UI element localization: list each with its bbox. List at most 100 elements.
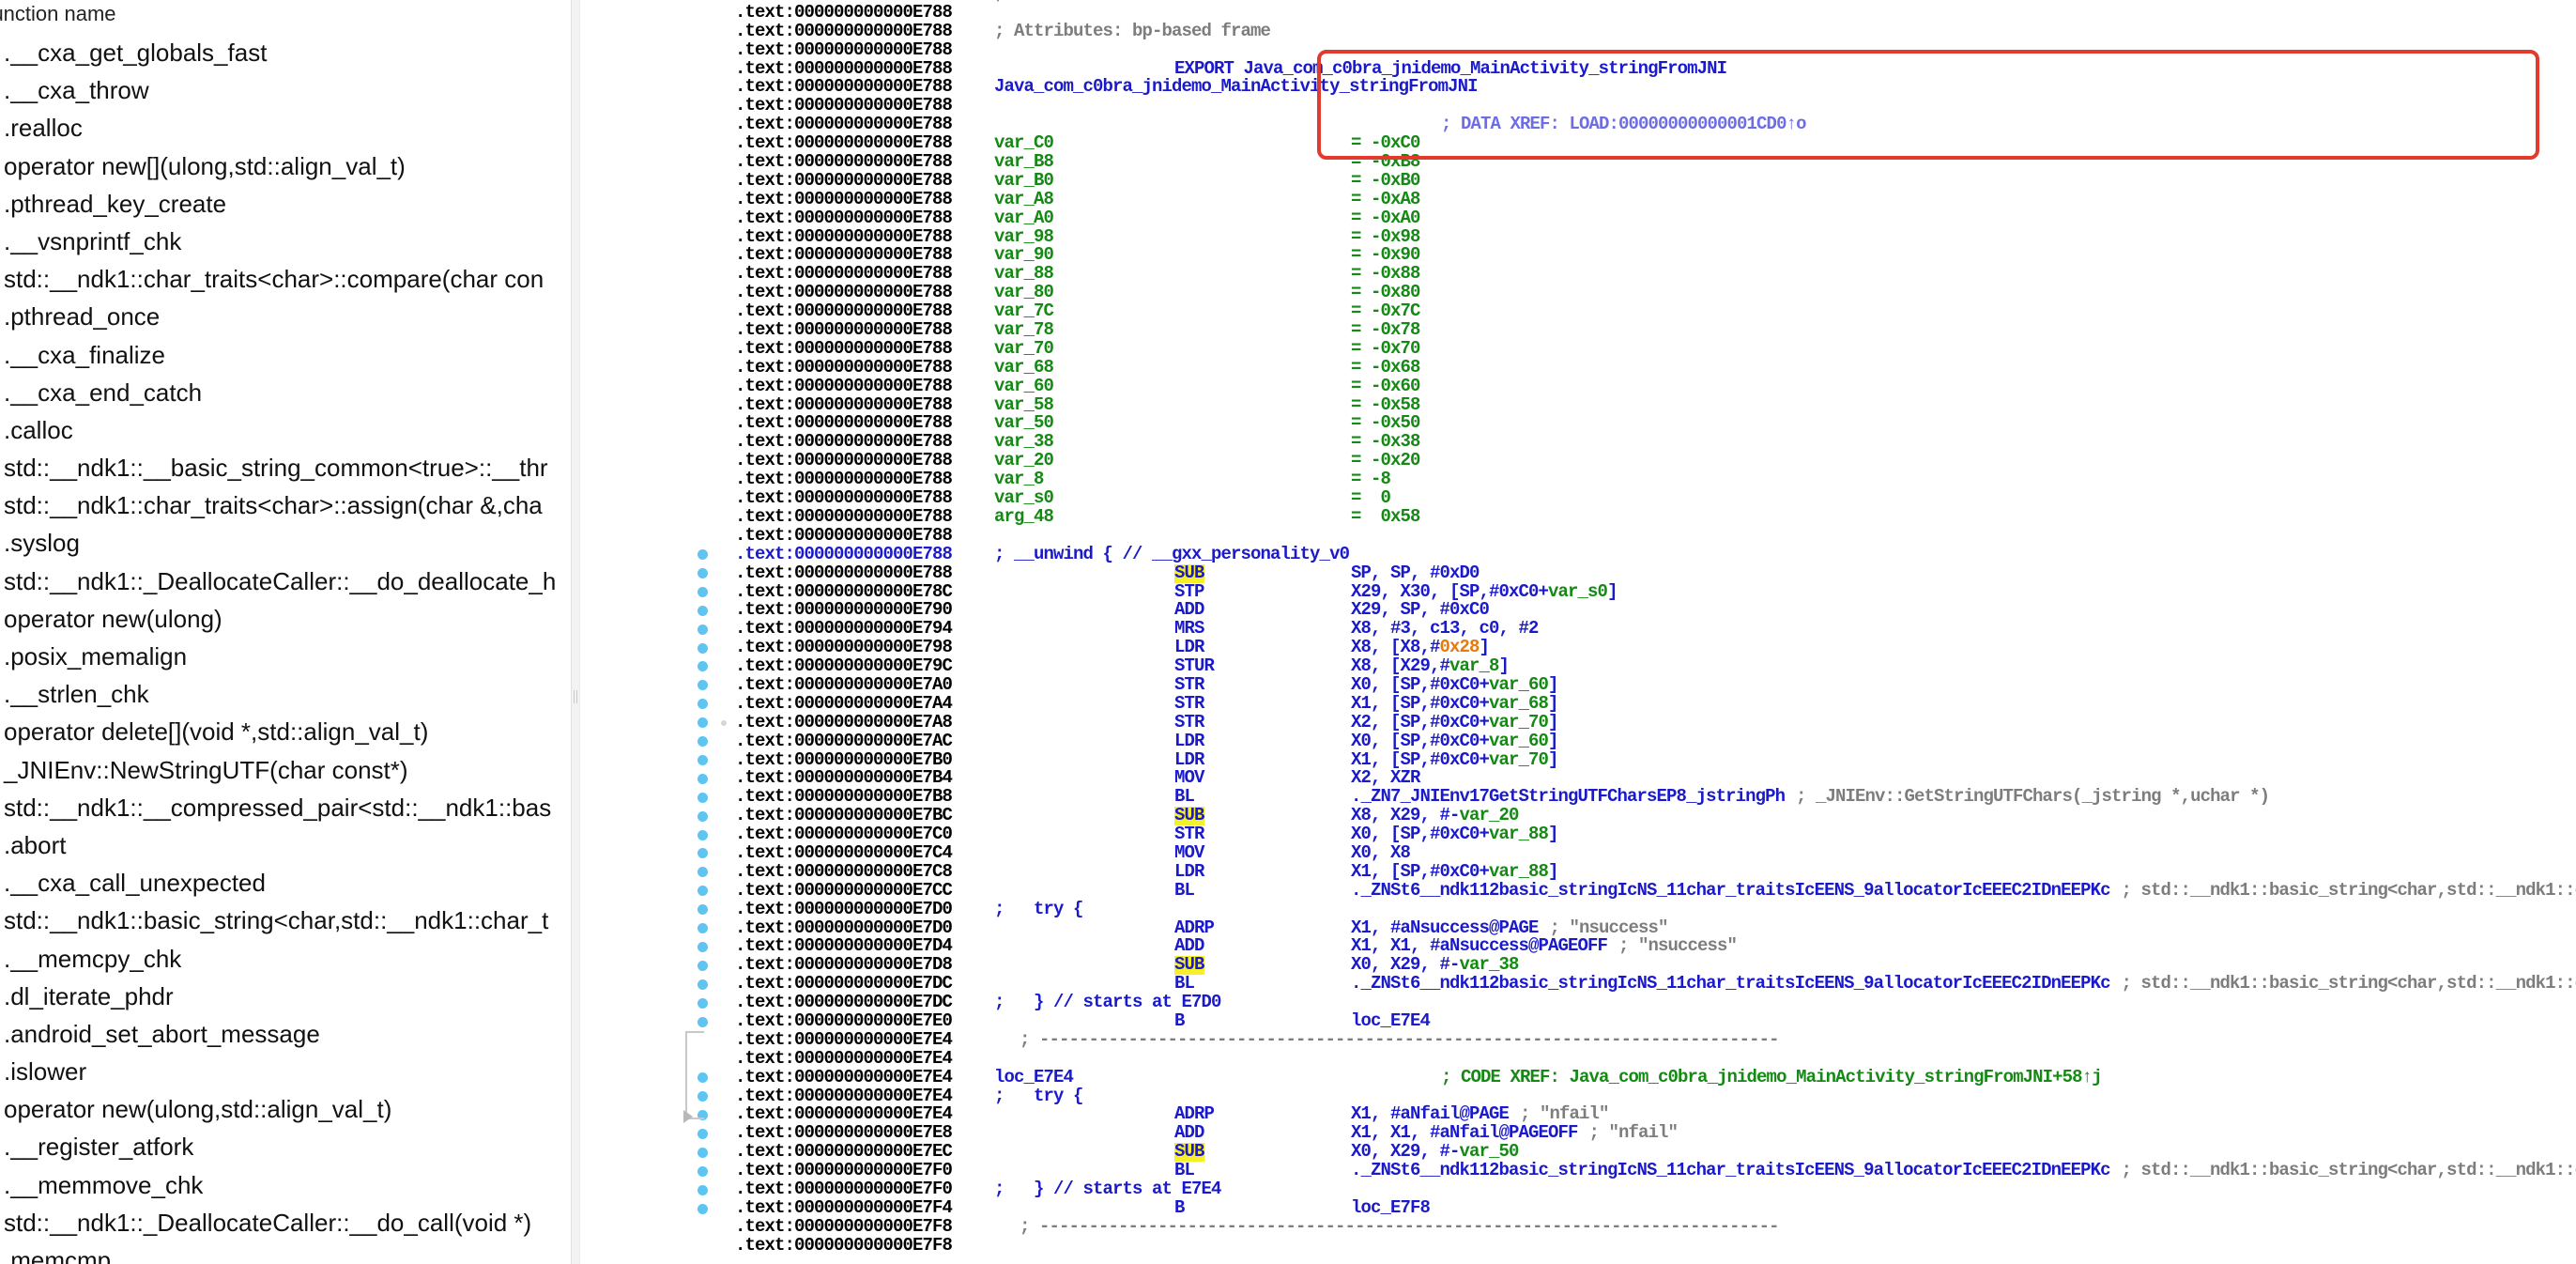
- code-label[interactable]: ; __unwind { // __gxx_personality_v0: [994, 545, 1350, 564]
- disasm-line[interactable]: .text:000000000000E7E0 Bloc_E7E4: [735, 1011, 2576, 1031]
- instruction-operands[interactable]: ._ZNSt6__ndk112basic_stringIcNS_11char_t…: [1351, 1161, 2111, 1180]
- disasm-line[interactable]: .text:000000000000E7B0 LDR X1, [SP,#0xC0+v…: [735, 750, 2576, 770]
- instruction-mnemonic[interactable]: B: [1174, 1198, 1185, 1218]
- instruction-mnemonic[interactable]: STR: [1174, 825, 1204, 844]
- disasm-line[interactable]: .text:000000000000E7D0 ; try {: [735, 900, 2576, 919]
- breakpoint-dot-icon[interactable]: [698, 867, 708, 878]
- instruction-operands[interactable]: SP, SP, #0xD0: [1351, 563, 1480, 583]
- disasm-line[interactable]: .text:000000000000E7E4 ; ----------------…: [735, 1030, 2576, 1050]
- instruction-operands[interactable]: = -0xA8: [1351, 190, 1420, 209]
- function-list-item[interactable]: .__cxa_call_unexpected: [0, 864, 571, 902]
- instruction-mnemonic[interactable]: SUB: [1174, 563, 1204, 583]
- code-label[interactable]: ; } // starts at E7E4: [994, 1179, 1221, 1199]
- disasm-line[interactable]: .text:000000000000E788 var_A0 = -0xA0: [735, 208, 2576, 228]
- function-list-item[interactable]: .__cxa_throw: [0, 71, 571, 109]
- disasm-line[interactable]: .text:000000000000E788 var_68 = -0x68: [735, 358, 2576, 378]
- stack-variable[interactable]: var_s0: [994, 488, 1054, 508]
- disassembly-view[interactable]: .text:000000000000E788; S U B R O U T I …: [580, 0, 2576, 1264]
- instruction-mnemonic[interactable]: STR: [1174, 713, 1204, 732]
- disasm-line[interactable]: .text:000000000000E7A0 STR X0, [SP,#0xC0+v…: [735, 675, 2576, 695]
- breakpoint-dot-icon[interactable]: [698, 661, 708, 672]
- function-list-item[interactable]: _JNIEnv::NewStringUTF(char const*): [0, 751, 571, 789]
- function-list-item[interactable]: .__register_atfork: [0, 1128, 571, 1165]
- disasm-line[interactable]: .text:000000000000E7AC LDR X0, [SP,#0xC0+v…: [735, 732, 2576, 751]
- breakpoint-dot-icon[interactable]: [698, 754, 708, 765]
- disasm-line[interactable]: .text:000000000000E7DC ; } // starts at E…: [735, 993, 2576, 1012]
- breakpoint-dot-icon[interactable]: [698, 997, 708, 1009]
- function-list-item[interactable]: std::__ndk1::char_traits<char>::assign(c…: [0, 486, 571, 524]
- function-list-item[interactable]: .posix_memalign: [0, 638, 571, 675]
- function-list-item[interactable]: .memcmp: [0, 1241, 571, 1264]
- instruction-mnemonic[interactable]: STR: [1174, 694, 1204, 714]
- breakpoint-dot-icon[interactable]: [698, 680, 708, 691]
- instruction-mnemonic[interactable]: BL: [1174, 881, 1195, 901]
- breakpoint-dot-icon[interactable]: [698, 736, 708, 747]
- breakpoint-dot-icon[interactable]: [698, 642, 708, 654]
- stack-variable[interactable]: var_78: [994, 320, 1054, 340]
- function-list-item[interactable]: .abort: [0, 826, 571, 864]
- function-list-item[interactable]: .__strlen_chk: [0, 675, 571, 713]
- function-list-item[interactable]: .pthread_key_create: [0, 185, 571, 223]
- breakpoint-dot-icon[interactable]: [698, 1147, 708, 1158]
- stack-variable[interactable]: var_A8: [994, 190, 1054, 209]
- function-list-item[interactable]: operator delete[](void *,std::align_val_…: [0, 713, 571, 750]
- function-name-column-header[interactable]: Function name: [0, 0, 571, 30]
- disasm-line[interactable]: .text:000000000000E788 SUB SP, SP, #0xD0: [735, 563, 2576, 583]
- breakpoint-dot-icon[interactable]: [698, 848, 708, 859]
- function-list-item[interactable]: .pthread_once: [0, 298, 571, 335]
- function-list-item[interactable]: std::__ndk1::__basic_string_common<true>…: [0, 449, 571, 486]
- breakpoint-dot-icon[interactable]: [698, 624, 708, 635]
- instruction-operands[interactable]: = -0xB0: [1351, 171, 1420, 191]
- disasm-line[interactable]: .text:000000000000E7B8 BL ._ZN7_JNIEnv17Ge…: [735, 787, 2576, 807]
- disasm-line[interactable]: .text:000000000000E788 var_78 = -0x78: [735, 320, 2576, 340]
- disasm-line[interactable]: .text:000000000000E7F0 ; } // starts at E…: [735, 1179, 2576, 1199]
- disasm-line[interactable]: .text:000000000000E788 var_A8 = -0xA8: [735, 190, 2576, 209]
- breakpoint-dot-icon[interactable]: [698, 699, 708, 710]
- instruction-operands[interactable]: = 0x58: [1351, 507, 1420, 527]
- disasm-line[interactable]: .text:000000000000E78C STP X29, X30, [SP,#…: [735, 582, 2576, 602]
- breakpoint-dot-icon[interactable]: [698, 810, 708, 822]
- function-list-item[interactable]: std::__ndk1::_DeallocateCaller::__do_dea…: [0, 563, 571, 600]
- disasm-line[interactable]: .text:000000000000E7F8: [735, 1236, 2576, 1256]
- stack-variable[interactable]: var_B8: [994, 152, 1054, 172]
- breakpoint-dot-icon[interactable]: [698, 829, 708, 840]
- breakpoint-dot-icon[interactable]: [698, 1165, 708, 1177]
- instruction-operands[interactable]: = 0: [1351, 488, 1391, 508]
- breakpoint-dot-icon[interactable]: [698, 1203, 708, 1214]
- function-list-item[interactable]: .islower: [0, 1053, 571, 1090]
- breakpoint-dot-icon[interactable]: [698, 1184, 708, 1195]
- instruction-operands[interactable]: X0, X8: [1351, 843, 1411, 863]
- instruction-operands[interactable]: loc_E7E4: [1351, 1011, 1431, 1031]
- instruction-mnemonic[interactable]: LDR: [1174, 732, 1204, 751]
- disasm-line[interactable]: .text:000000000000E798 LDR X8, [X8,#0x28]: [735, 638, 2576, 657]
- disasm-line[interactable]: .text:000000000000E7BC SUB X8, X29, #-var_…: [735, 806, 2576, 826]
- disasm-line[interactable]: .text:000000000000E788: [735, 526, 2576, 546]
- function-list-item[interactable]: std::__ndk1::basic_string<char,std::__nd…: [0, 902, 571, 939]
- stack-variable[interactable]: var_60: [994, 377, 1054, 396]
- disasm-line[interactable]: .text:000000000000E788 ; Attributes: bp-b…: [735, 22, 2576, 41]
- breakpoint-dot-icon[interactable]: [698, 904, 708, 916]
- function-list-item[interactable]: .calloc: [0, 411, 571, 449]
- code-label[interactable]: loc_E7E4: [994, 1068, 1074, 1087]
- disasm-line[interactable]: .text:000000000000E788 var_s0 = 0: [735, 488, 2576, 508]
- disasm-line[interactable]: .text:000000000000E788 var_70 = -0x70: [735, 339, 2576, 359]
- disasm-line[interactable]: .text:000000000000E7E4; try {: [735, 1087, 2576, 1106]
- function-list-item[interactable]: std::__ndk1::__compressed_pair<std::__nd…: [0, 789, 571, 826]
- disasm-line[interactable]: .text:000000000000E7F4 Bloc_E7F8: [735, 1198, 2576, 1218]
- function-list-item[interactable]: .syslog: [0, 524, 571, 562]
- function-list-item[interactable]: .__vsnprintf_chk: [0, 223, 571, 260]
- function-list-item[interactable]: operator new[](ulong,std::align_val_t): [0, 147, 571, 185]
- stack-variable[interactable]: var_B0: [994, 171, 1054, 191]
- disasm-line[interactable]: .text:000000000000E794 MRS X8, #3, c13, c0…: [735, 619, 2576, 639]
- breakpoint-dot-icon[interactable]: [698, 549, 708, 560]
- disasm-line[interactable]: .text:000000000000E788: [735, 3, 2576, 23]
- instruction-operands[interactable]: X1, [SP,#0xC0+var_88]: [1351, 862, 1558, 882]
- disasm-line[interactable]: .text:000000000000E79C STUR X8, [X29,#var_…: [735, 656, 2576, 676]
- breakpoint-dot-icon[interactable]: [698, 586, 708, 597]
- function-list-item[interactable]: .__memmove_chk: [0, 1166, 571, 1204]
- breakpoint-dot-icon[interactable]: [698, 923, 708, 933]
- instruction-mnemonic[interactable]: STUR: [1174, 656, 1215, 676]
- disasm-line[interactable]: .text:000000000000E7E8 ADD X1, X1, #aNfail…: [735, 1123, 2576, 1143]
- disasm-line[interactable]: .text:000000000000E788 ; __unwind { // __…: [735, 545, 2576, 564]
- stack-variable[interactable]: var_68: [994, 358, 1054, 378]
